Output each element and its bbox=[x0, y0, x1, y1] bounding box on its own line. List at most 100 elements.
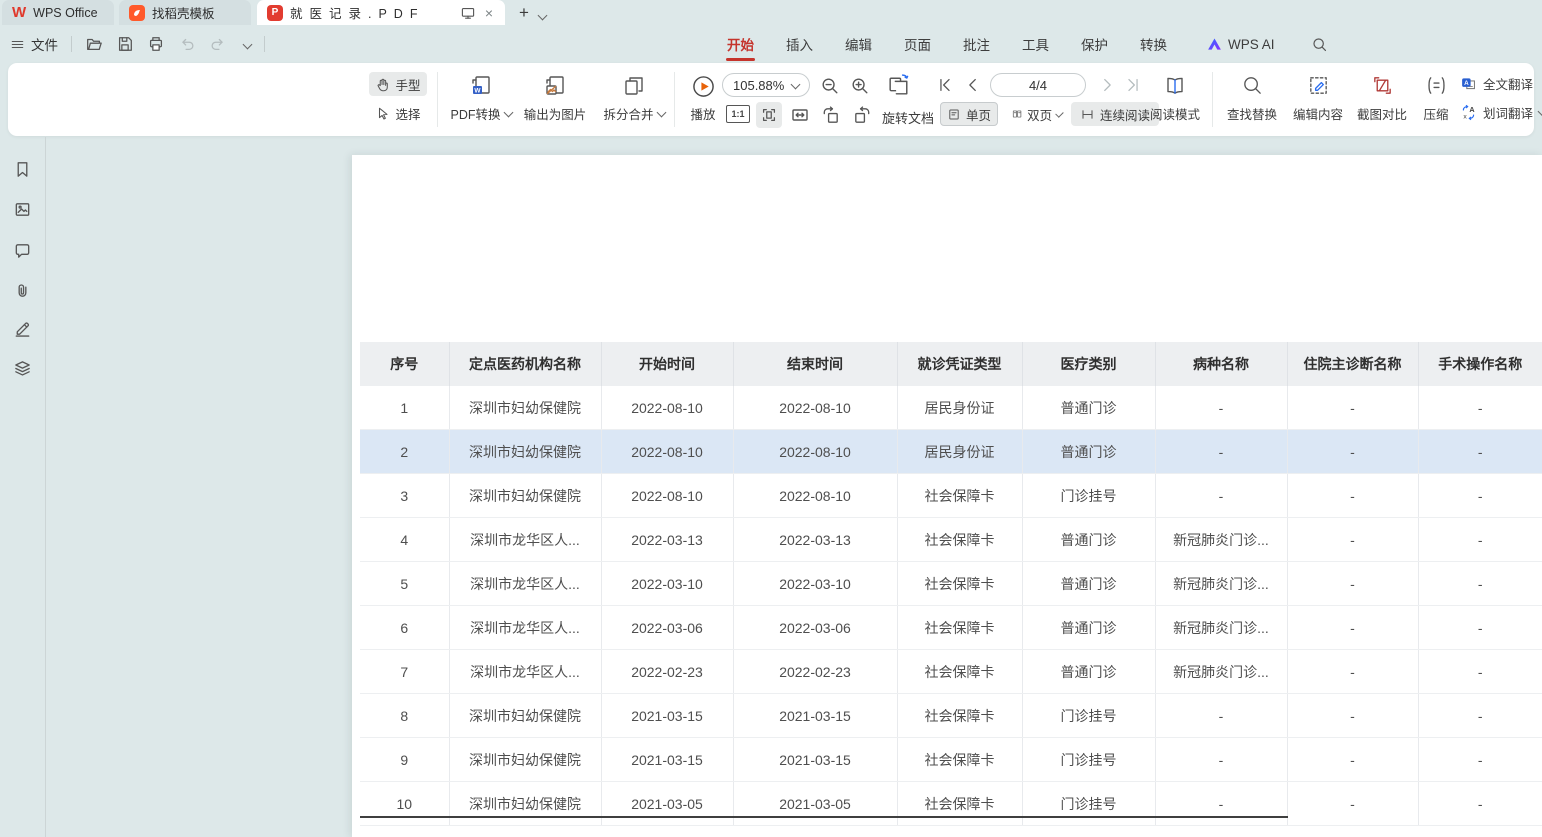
screenshot-compare-button[interactable]: 截图对比 bbox=[1350, 70, 1414, 128]
table-header-cell: 定点医药机构名称 bbox=[449, 342, 601, 386]
divider bbox=[1212, 72, 1213, 127]
next-page-icon[interactable] bbox=[1098, 76, 1116, 94]
table-cell: - bbox=[1155, 386, 1287, 430]
table-cell: 2021-03-15 bbox=[601, 738, 733, 782]
table-header-cell: 手术操作名称 bbox=[1418, 342, 1542, 386]
ribbon-tab-0[interactable]: 开始 bbox=[726, 25, 755, 63]
hand-tool-button[interactable]: 手型 bbox=[369, 72, 427, 96]
ribbon-tab-4[interactable]: 批注 bbox=[962, 25, 991, 63]
tab-label: 找稻壳模板 bbox=[152, 3, 215, 22]
table-cell: 2022-08-10 bbox=[601, 474, 733, 518]
table-cell: - bbox=[1418, 518, 1542, 562]
quick-access-chevron-icon[interactable] bbox=[243, 39, 253, 49]
first-page-icon[interactable] bbox=[936, 76, 954, 94]
rotate-right-icon[interactable] bbox=[852, 105, 873, 126]
tab-wps-office[interactable]: W WPS Office bbox=[2, 0, 114, 25]
table-cell: 2022-08-10 bbox=[733, 386, 897, 430]
open-folder-icon[interactable] bbox=[85, 35, 103, 53]
tab-document[interactable]: P 就医记录.PDF × bbox=[257, 0, 505, 25]
screen-share-icon[interactable] bbox=[460, 5, 476, 21]
close-tab-icon[interactable]: × bbox=[483, 5, 495, 21]
screenshot-compare-label: 截图对比 bbox=[1357, 104, 1407, 123]
svg-text:W: W bbox=[474, 88, 481, 95]
ribbon-tabs: 开始插入编辑页面批注工具保护转换 WPS AI bbox=[726, 25, 1328, 63]
fit-width-icon[interactable] bbox=[790, 105, 810, 125]
edit-content-label: 编辑内容 bbox=[1293, 104, 1343, 123]
rotate-left-icon[interactable] bbox=[820, 105, 841, 126]
file-menu[interactable]: 文件 bbox=[10, 34, 58, 54]
full-translate-button[interactable]: A 全文翻译 bbox=[1460, 74, 1533, 93]
reorganize-pages-icon[interactable] bbox=[886, 72, 913, 99]
actual-size-button[interactable]: 1:1 bbox=[726, 105, 750, 123]
ribbon-tab-7[interactable]: 转换 bbox=[1139, 25, 1168, 63]
single-page-button[interactable]: 单页 bbox=[940, 102, 998, 126]
find-replace-icon bbox=[1241, 74, 1264, 97]
table-cell: 2022-08-10 bbox=[733, 474, 897, 518]
table-cell: 门诊挂号 bbox=[1022, 782, 1155, 826]
select-tool-button[interactable]: 选择 bbox=[369, 101, 427, 125]
table-cell: 深圳市妇幼保健院 bbox=[449, 430, 601, 474]
table-row: 5深圳市龙华区人...2022-03-102022-03-10社会保障卡普通门诊… bbox=[360, 562, 1542, 606]
save-icon[interactable] bbox=[116, 35, 134, 53]
table-cell: 2021-03-15 bbox=[733, 738, 897, 782]
table-cell: 深圳市妇幼保健院 bbox=[449, 782, 601, 826]
table-row: 10深圳市妇幼保健院2021-03-052021-03-05社会保障卡门诊挂号-… bbox=[360, 782, 1542, 826]
bookmark-icon[interactable] bbox=[13, 160, 32, 179]
medical-records-table: 序号定点医药机构名称开始时间结束时间就诊凭证类型医疗类别病种名称住院主诊断名称手… bbox=[360, 342, 1542, 826]
zoom-level-value: 105.88% bbox=[733, 78, 784, 93]
document-title: 就医记录.PDF bbox=[290, 3, 453, 22]
attachment-icon[interactable] bbox=[13, 281, 32, 300]
split-merge-button[interactable]: 拆分合并 bbox=[594, 70, 674, 128]
redo-icon[interactable] bbox=[209, 35, 227, 53]
tab-list-chevron-icon[interactable] bbox=[537, 11, 547, 21]
print-icon[interactable] bbox=[147, 35, 165, 53]
wps-ai-button[interactable]: WPS AI bbox=[1206, 36, 1275, 53]
find-replace-button[interactable]: 查找替换 bbox=[1220, 70, 1284, 128]
play-button[interactable]: 播放 bbox=[680, 70, 726, 128]
last-page-icon[interactable] bbox=[1124, 76, 1142, 94]
hamburger-icon bbox=[10, 37, 25, 52]
fit-page-button[interactable] bbox=[756, 102, 782, 128]
table-cell: 深圳市妇幼保健院 bbox=[449, 694, 601, 738]
pdf-convert-button[interactable]: W PDF转换 bbox=[446, 70, 516, 128]
ribbon-tab-6[interactable]: 保护 bbox=[1080, 25, 1109, 63]
table-cell: 社会保障卡 bbox=[897, 694, 1022, 738]
compress-button[interactable]: 压缩 bbox=[1414, 70, 1458, 128]
table-header-cell: 病种名称 bbox=[1155, 342, 1287, 386]
table-cell: 深圳市龙华区人... bbox=[449, 518, 601, 562]
hand-tool-label: 手型 bbox=[395, 75, 420, 94]
table-cell: 深圳市龙华区人... bbox=[449, 562, 601, 606]
ribbon-tab-2[interactable]: 编辑 bbox=[844, 25, 873, 63]
thumbnail-icon[interactable] bbox=[13, 200, 32, 219]
page-number-input[interactable]: 4/4 bbox=[990, 73, 1086, 97]
undo-icon[interactable] bbox=[178, 35, 196, 53]
signature-pen-icon[interactable] bbox=[13, 319, 32, 338]
table-cell: - bbox=[1155, 694, 1287, 738]
read-mode-button[interactable]: 阅读模式 bbox=[1144, 70, 1206, 128]
double-page-button[interactable]: 双页 bbox=[1006, 102, 1068, 126]
svg-text:x: x bbox=[1463, 113, 1467, 120]
table-cell: 2021-03-05 bbox=[733, 782, 897, 826]
zoom-level-select[interactable]: 105.88% bbox=[722, 73, 810, 97]
table-cell: 深圳市妇幼保健院 bbox=[449, 386, 601, 430]
layers-icon[interactable] bbox=[13, 359, 32, 378]
zoom-in-icon[interactable] bbox=[850, 76, 870, 96]
ribbon-tab-1[interactable]: 插入 bbox=[785, 25, 814, 63]
tab-bar: W WPS Office 找稻壳模板 P 就医记录.PDF × + bbox=[0, 0, 1542, 25]
rotate-doc-label[interactable]: 旋转文档 bbox=[882, 108, 934, 127]
new-tab-button[interactable]: + bbox=[519, 3, 529, 23]
zoom-out-icon[interactable] bbox=[820, 76, 840, 96]
single-page-icon bbox=[947, 107, 961, 122]
word-translate-button[interactable]: xA 划词翻译 bbox=[1460, 103, 1542, 122]
edit-content-button[interactable]: 编辑内容 bbox=[1286, 70, 1350, 128]
tab-docer-templates[interactable]: 找稻壳模板 bbox=[119, 0, 251, 25]
previous-page-icon[interactable] bbox=[964, 76, 982, 94]
search-icon[interactable] bbox=[1311, 36, 1328, 53]
ribbon-tab-3[interactable]: 页面 bbox=[903, 25, 932, 63]
comment-icon[interactable] bbox=[13, 241, 32, 260]
ribbon-tab-5[interactable]: 工具 bbox=[1021, 25, 1050, 63]
table-cell: - bbox=[1418, 694, 1542, 738]
play-icon bbox=[691, 74, 716, 99]
export-image-button[interactable]: 输出为图片 bbox=[516, 70, 594, 128]
table-cell: - bbox=[1287, 738, 1418, 782]
